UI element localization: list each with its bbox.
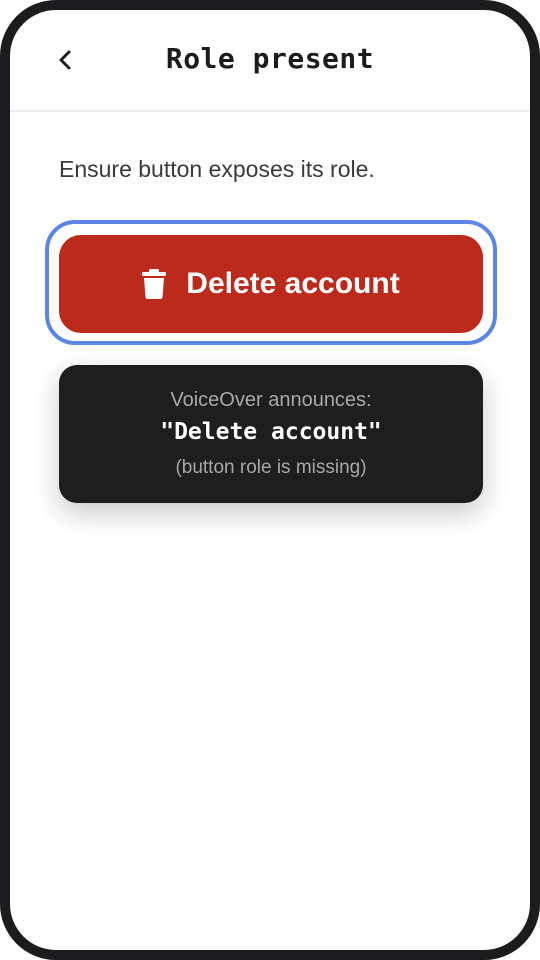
app-header: Role present [10,10,530,112]
delete-account-label: Delete account [186,267,400,300]
phone-frame: Role present Ensure button exposes its r… [0,0,540,960]
voiceover-announcement-toast: VoiceOver announces: "Delete account" (b… [59,365,483,503]
description-text: Ensure button exposes its role. [59,156,375,182]
voiceover-note: (button role is missing) [175,457,367,478]
page-title: Role present [165,42,375,75]
trash-icon [142,269,167,299]
voiceover-heading: VoiceOver announces: [170,389,372,411]
voiceover-announcement: "Delete account" [160,419,382,445]
delete-account-button[interactable]: Delete account [59,235,483,333]
